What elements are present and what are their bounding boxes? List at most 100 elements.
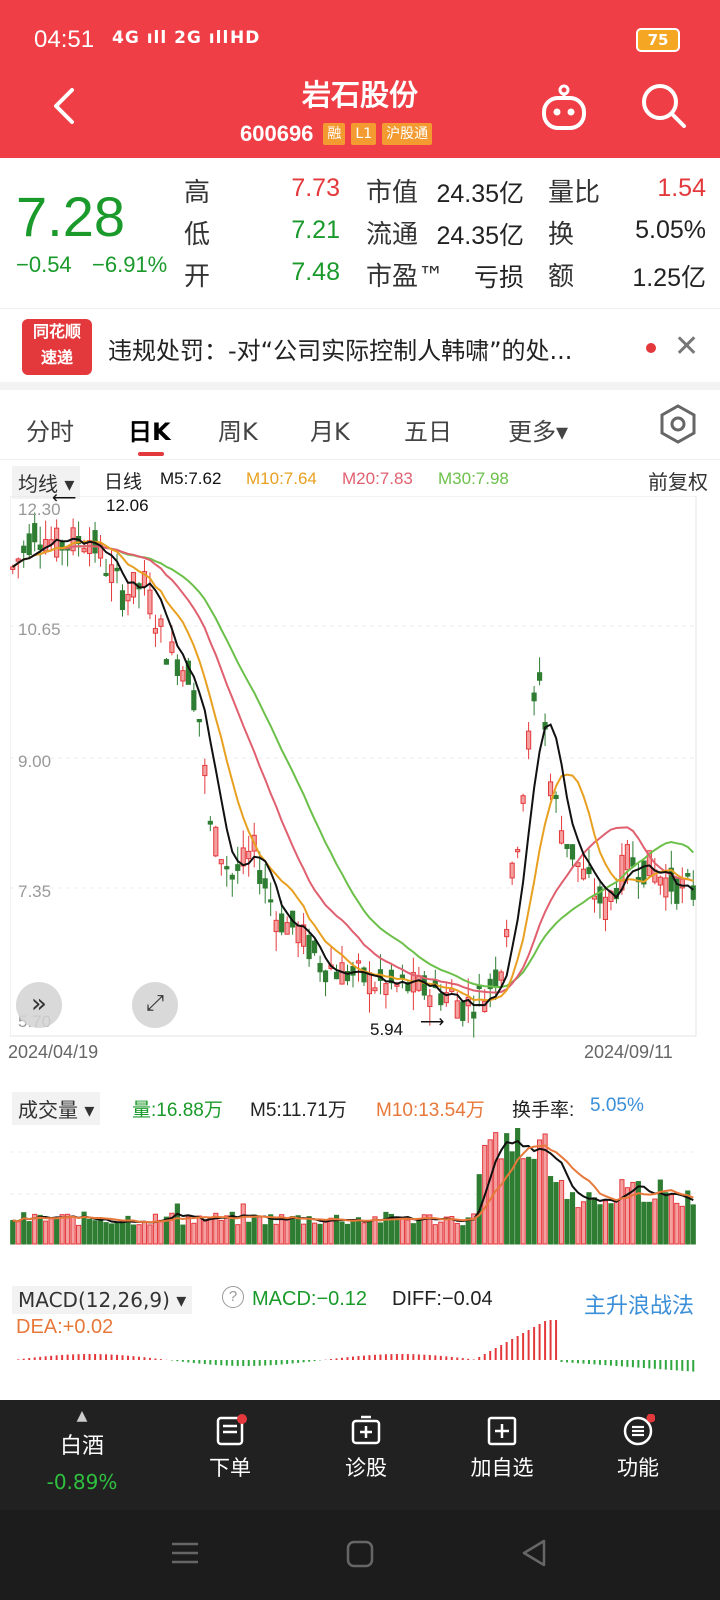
diagnose-label: 诊股 xyxy=(345,1456,387,1480)
label-float: 流通 xyxy=(366,220,419,250)
add-watchlist-button[interactable]: 加自选 xyxy=(442,1414,562,1482)
tag-margin: 融 xyxy=(323,123,346,145)
quote-panel: 7.28 −0.54 −6.91% 高 7.73 市值 24.35亿 量比 1.… xyxy=(0,158,720,308)
ma10-value: M10:7.64 xyxy=(246,469,317,488)
sector-change: -0.89% xyxy=(46,1470,118,1494)
period-tabs: 分时 日K 周K 月K 五日 更多▾ xyxy=(0,390,720,460)
price-change: −0.54 xyxy=(16,252,72,277)
settings-hexagon-icon[interactable] xyxy=(656,402,700,446)
sector-name: 白酒 xyxy=(59,1434,104,1459)
function-button[interactable]: 功能 xyxy=(578,1414,698,1482)
ma30-value: M30:7.98 xyxy=(438,469,509,488)
stock-code-row: 600696 融 L1 沪股通 xyxy=(240,120,433,148)
tab-monthly[interactable]: 月K xyxy=(310,412,350,447)
end-date: 2024/09/11 xyxy=(584,1042,673,1062)
turnover-value: 5.05% xyxy=(590,1095,644,1116)
news-logo-line1: 同花顺 xyxy=(32,322,81,341)
news-ticker[interactable]: 同花顺 速递 违规处罚：-对“公司实际控制人韩啸”的处... ✕ xyxy=(0,308,720,390)
y-label-3: 9.00 xyxy=(18,752,52,771)
volume-m10: M10:13.54万 xyxy=(376,1100,485,1121)
value-pe: 亏损 xyxy=(473,264,524,292)
current-price: 7.28 xyxy=(16,185,125,248)
price-change-pct: −6.91% xyxy=(92,252,168,277)
value-low: 7.21 xyxy=(291,216,340,244)
macd-dropdown[interactable]: MACD(12,26,9) ▾ xyxy=(12,1286,193,1314)
turnover-label: 换手率: xyxy=(512,1100,575,1121)
battery-icon: 75 xyxy=(636,28,680,52)
news-text[interactable]: 违规处罚：-对“公司实际控制人韩啸”的处... xyxy=(108,331,628,366)
close-icon[interactable]: ✕ xyxy=(674,329,699,364)
tag-connect: 沪股通 xyxy=(382,123,433,145)
add-box-icon xyxy=(487,1416,517,1446)
volume-value: 量:16.88万 xyxy=(132,1100,223,1121)
robot-assistant-icon[interactable] xyxy=(538,82,590,134)
menu-circle-icon xyxy=(623,1414,655,1446)
tab-intraday[interactable]: 分时 xyxy=(26,412,74,447)
caret-up-icon: ▲ xyxy=(76,1408,88,1424)
nav-menu-icon[interactable] xyxy=(170,1540,200,1566)
label-amount: 额 xyxy=(548,262,575,292)
tab-weekly[interactable]: 周K xyxy=(218,412,258,447)
stock-code: 600696 xyxy=(240,121,314,146)
bottom-toolbar: ▲ 白酒 -0.89% 下单 诊股 加自选 功能 xyxy=(0,1400,720,1600)
news-logo-line2: 速递 xyxy=(40,348,73,367)
strategy-link[interactable]: 主升浪战法 xyxy=(584,1288,694,1320)
label-high: 高 xyxy=(184,178,211,208)
news-logo: 同花顺 速递 xyxy=(22,319,92,375)
volume-dropdown[interactable]: 成交量 ▾ xyxy=(12,1092,101,1125)
value-high: 7.73 xyxy=(291,174,340,202)
diagnose-button[interactable]: 诊股 xyxy=(306,1414,426,1482)
label-volratio: 量比 xyxy=(548,178,601,208)
expand-icon[interactable]: » xyxy=(16,982,62,1028)
period-type: 日线 xyxy=(104,472,143,493)
kline-svg xyxy=(10,496,697,1038)
volume-chart[interactable] xyxy=(10,1122,710,1272)
search-icon[interactable] xyxy=(638,80,688,130)
order-note-icon xyxy=(216,1414,247,1446)
high-arrow: ⟵ xyxy=(52,488,77,507)
value-volratio: 1.54 xyxy=(657,174,706,202)
macd-chart[interactable] xyxy=(10,1320,710,1400)
nav-back-icon[interactable] xyxy=(520,1538,548,1568)
order-button[interactable]: 下单 xyxy=(170,1414,290,1482)
label-low: 低 xyxy=(184,220,211,250)
order-label: 下单 xyxy=(209,1456,251,1480)
signal-icon: 4G ıll 2G ıll xyxy=(112,28,230,48)
adjust-toggle[interactable]: 前复权 xyxy=(648,466,708,495)
low-label: 5.94 xyxy=(370,1020,404,1039)
news-unread-dot xyxy=(646,343,656,353)
ma5-value: M5:7.62 xyxy=(160,469,222,488)
start-date: 2024/04/19 xyxy=(8,1042,99,1062)
label-turnover: 换 xyxy=(548,220,575,250)
diff-value: DIFF:−0.04 xyxy=(392,1288,493,1310)
ma20-value: M20:7.83 xyxy=(342,469,413,488)
fullscreen-icon[interactable]: ⤢ xyxy=(132,982,178,1028)
tab-five-day[interactable]: 五日 xyxy=(404,412,452,447)
sector-item[interactable]: ▲ 白酒 -0.89% xyxy=(22,1408,142,1494)
nav-home-icon[interactable] xyxy=(346,1540,374,1568)
wifi-hd-icon: HD xyxy=(230,28,261,48)
kline-chart[interactable]: 12.30 10.65 9.00 7.35 5.70 ⟵ 12.06 5.94 … xyxy=(8,488,710,1062)
volume-m5: M5:11.71万 xyxy=(250,1100,347,1121)
y-label-2: 10.65 xyxy=(18,620,61,639)
value-open: 7.48 xyxy=(291,258,340,286)
tab-more[interactable]: 更多▾ xyxy=(508,412,568,447)
add-watchlist-label: 加自选 xyxy=(470,1456,534,1480)
status-time: 04:51 xyxy=(34,26,95,53)
help-icon[interactable]: ? xyxy=(222,1286,244,1308)
value-mktcap: 24.35亿 xyxy=(436,180,524,208)
value-float: 24.35亿 xyxy=(436,222,524,250)
tab-daily[interactable]: 日K xyxy=(128,412,171,447)
stock-name: 岩石股份 xyxy=(301,78,418,112)
value-amount: 1.25亿 xyxy=(632,264,706,292)
ma-indicator-row: 均线 ▾ 日线 M5:7.62 M10:7.64 M20:7.83 M30:7.… xyxy=(0,462,720,499)
y-label-4: 7.35 xyxy=(18,882,52,901)
label-mktcap: 市值 xyxy=(366,178,419,208)
tag-level: L1 xyxy=(351,123,377,145)
low-arrow: ⟶ xyxy=(420,1012,445,1031)
system-nav-bar xyxy=(0,1510,720,1600)
function-label: 功能 xyxy=(617,1456,659,1480)
diagnose-plus-icon xyxy=(351,1415,381,1445)
value-turnover: 5.05% xyxy=(635,216,706,244)
stock-header: 岩石股份 600696 融 L1 沪股通 xyxy=(0,60,720,158)
